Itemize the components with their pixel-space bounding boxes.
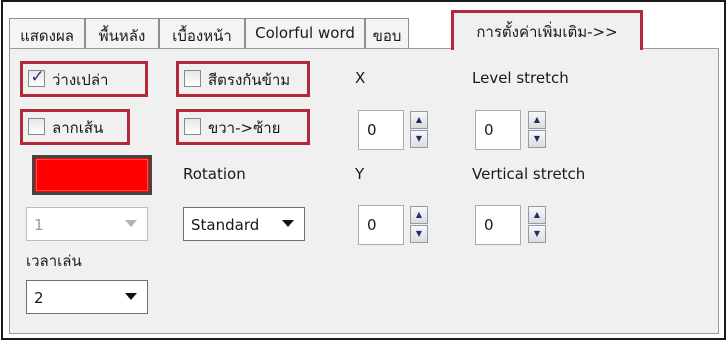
level-stretch-up-arrow-icon[interactable]: ▲	[528, 111, 546, 129]
level-stretch-value: 0	[484, 121, 494, 139]
play-time-dropdown-value: 2	[34, 289, 44, 307]
color-swatch-button[interactable]	[32, 155, 152, 195]
tab-display[interactable]: แสดงผล	[9, 18, 85, 48]
rotation-label: Rotation	[183, 165, 246, 183]
drag-line-label: ลากเส้น	[52, 119, 104, 137]
vertical-stretch-up-arrow-icon[interactable]: ▲	[528, 206, 546, 224]
x-spinner-input[interactable]: 0	[358, 110, 404, 150]
y-down-arrow-icon[interactable]: ▼	[410, 225, 428, 243]
level-stretch-label: Level stretch	[472, 69, 569, 87]
level-stretch-spinner-input[interactable]: 0	[475, 110, 521, 150]
tab-colorful-word[interactable]: Colorful word	[245, 18, 365, 48]
chevron-down-icon	[125, 220, 137, 227]
blank-label: ว่างเปล่า	[52, 71, 109, 89]
tab-background[interactable]: พื้นหลัง	[85, 18, 159, 48]
first-dropdown-value: 1	[34, 216, 44, 234]
tab-strip: แสดงผล พื้นหลัง เบื้องหน้า Colorful word…	[9, 10, 719, 50]
right-to-left-label: ขวา->ซ้าย	[208, 119, 281, 137]
x-label: X	[355, 69, 366, 87]
color-swatch-fill	[36, 159, 148, 191]
vertical-stretch-spinner-buttons: ▲ ▼	[528, 206, 546, 244]
tab-border[interactable]: ขอบ	[365, 18, 409, 48]
y-spinner-input[interactable]: 0	[358, 205, 404, 245]
rotation-dropdown-value: Standard	[191, 216, 260, 234]
y-label: Y	[355, 165, 365, 183]
x-up-arrow-icon[interactable]: ▲	[410, 111, 428, 129]
tab-advanced-settings[interactable]: การตั้งค่าเพิ่มเติม->>	[451, 10, 643, 50]
settings-window: แสดงผล พื้นหลัง เบื้องหน้า Colorful word…	[1, 0, 726, 340]
drag-line-checkbox[interactable]	[28, 118, 45, 135]
blank-checkbox[interactable]: ✓	[28, 67, 45, 87]
play-time-label: เวลาเล่น	[26, 252, 82, 270]
chevron-down-icon	[282, 220, 294, 227]
x-value: 0	[367, 121, 377, 139]
check-mark-icon: ✓	[30, 67, 45, 87]
vertical-stretch-label: Vertical stretch	[472, 165, 586, 183]
rotation-dropdown[interactable]: Standard	[183, 207, 305, 241]
opposite-color-label: สีตรงกันข้าม	[208, 71, 291, 89]
vertical-stretch-value: 0	[484, 216, 494, 234]
x-down-arrow-icon[interactable]: ▼	[410, 130, 428, 148]
tab-foreground[interactable]: เบื้องหน้า	[159, 18, 245, 48]
level-stretch-spinner-buttons: ▲ ▼	[528, 111, 546, 149]
y-spinner-buttons: ▲ ▼	[410, 206, 428, 244]
level-stretch-down-arrow-icon[interactable]: ▼	[528, 130, 546, 148]
y-up-arrow-icon[interactable]: ▲	[410, 206, 428, 224]
vertical-stretch-down-arrow-icon[interactable]: ▼	[528, 225, 546, 243]
vertical-stretch-spinner-input[interactable]: 0	[475, 205, 521, 245]
play-time-dropdown[interactable]: 2	[26, 280, 148, 314]
right-to-left-checkbox[interactable]	[184, 118, 201, 135]
y-value: 0	[367, 216, 377, 234]
x-spinner-buttons: ▲ ▼	[410, 111, 428, 149]
chevron-down-icon	[125, 293, 137, 300]
tab-panel: ✓ ว่างเปล่า ลากเส้น สีตรงกันข้าม ขวา->ซ้…	[9, 48, 719, 334]
first-dropdown[interactable]: 1	[26, 207, 148, 241]
opposite-color-checkbox[interactable]	[184, 70, 201, 87]
